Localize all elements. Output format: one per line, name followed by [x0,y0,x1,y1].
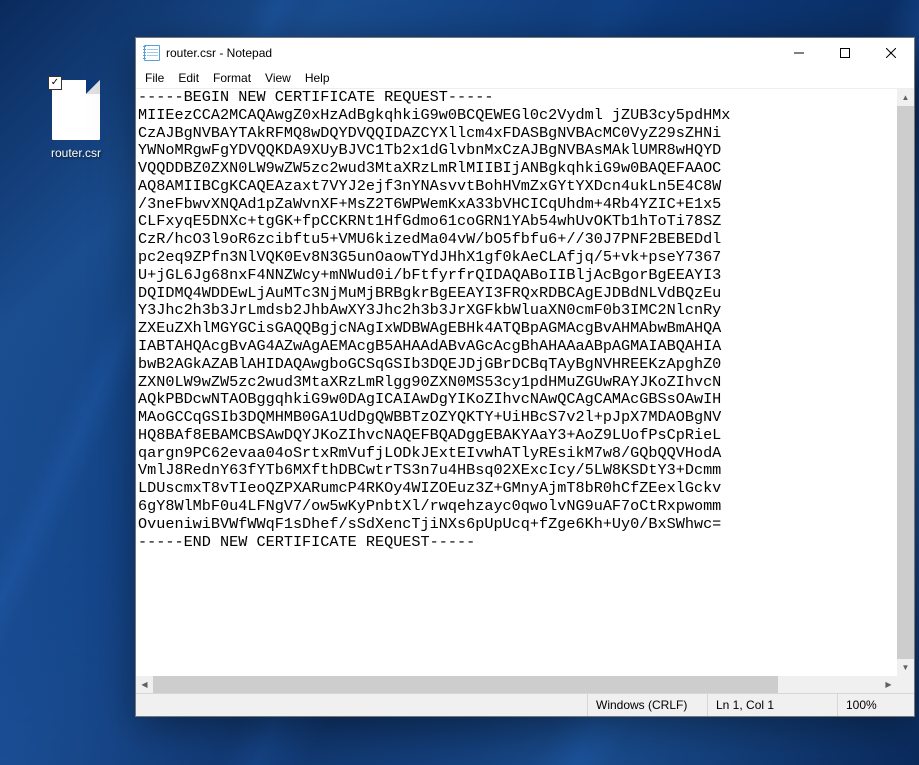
menu-format[interactable]: Format [206,70,258,86]
file-icon: ✓ [52,80,100,140]
status-cursor-position: Ln 1, Col 1 [707,694,837,716]
file-selection-checkbox[interactable]: ✓ [48,76,62,90]
scroll-track-v[interactable] [897,106,914,659]
scroll-up-icon[interactable]: ▲ [897,89,914,106]
editor-area: -----BEGIN NEW CERTIFICATE REQUEST----- … [136,88,914,693]
scroll-corner [897,676,914,693]
minimize-button[interactable] [776,38,822,68]
scroll-left-icon[interactable]: ◀ [136,676,153,693]
status-zoom: 100% [837,694,897,716]
menu-file[interactable]: File [138,70,171,86]
titlebar[interactable]: router.csr - Notepad [136,38,914,68]
close-button[interactable] [868,38,914,68]
vertical-scrollbar[interactable]: ▲ ▼ [897,89,914,676]
window-title: router.csr - Notepad [166,46,272,60]
desktop-file-label: router.csr [38,146,114,160]
resize-grip[interactable] [897,694,914,716]
text-content[interactable]: -----BEGIN NEW CERTIFICATE REQUEST----- … [136,89,897,676]
menu-view[interactable]: View [258,70,298,86]
notepad-app-icon [144,45,160,61]
menu-help[interactable]: Help [298,70,337,86]
notepad-window: router.csr - Notepad File Edit Format Vi… [135,37,915,717]
scroll-down-icon[interactable]: ▼ [897,659,914,676]
scroll-track-h[interactable] [153,676,880,693]
status-encoding: Windows (CRLF) [587,694,707,716]
menu-edit[interactable]: Edit [171,70,206,86]
maximize-button[interactable] [822,38,868,68]
scroll-thumb-h[interactable] [153,676,778,693]
horizontal-scrollbar[interactable]: ◀ ▶ [136,676,897,693]
desktop-file-icon[interactable]: ✓ router.csr [38,80,114,160]
scroll-right-icon[interactable]: ▶ [880,676,897,693]
status-bar: Windows (CRLF) Ln 1, Col 1 100% [136,693,914,716]
menu-bar: File Edit Format View Help [136,68,914,88]
scroll-thumb-v[interactable] [897,106,914,659]
